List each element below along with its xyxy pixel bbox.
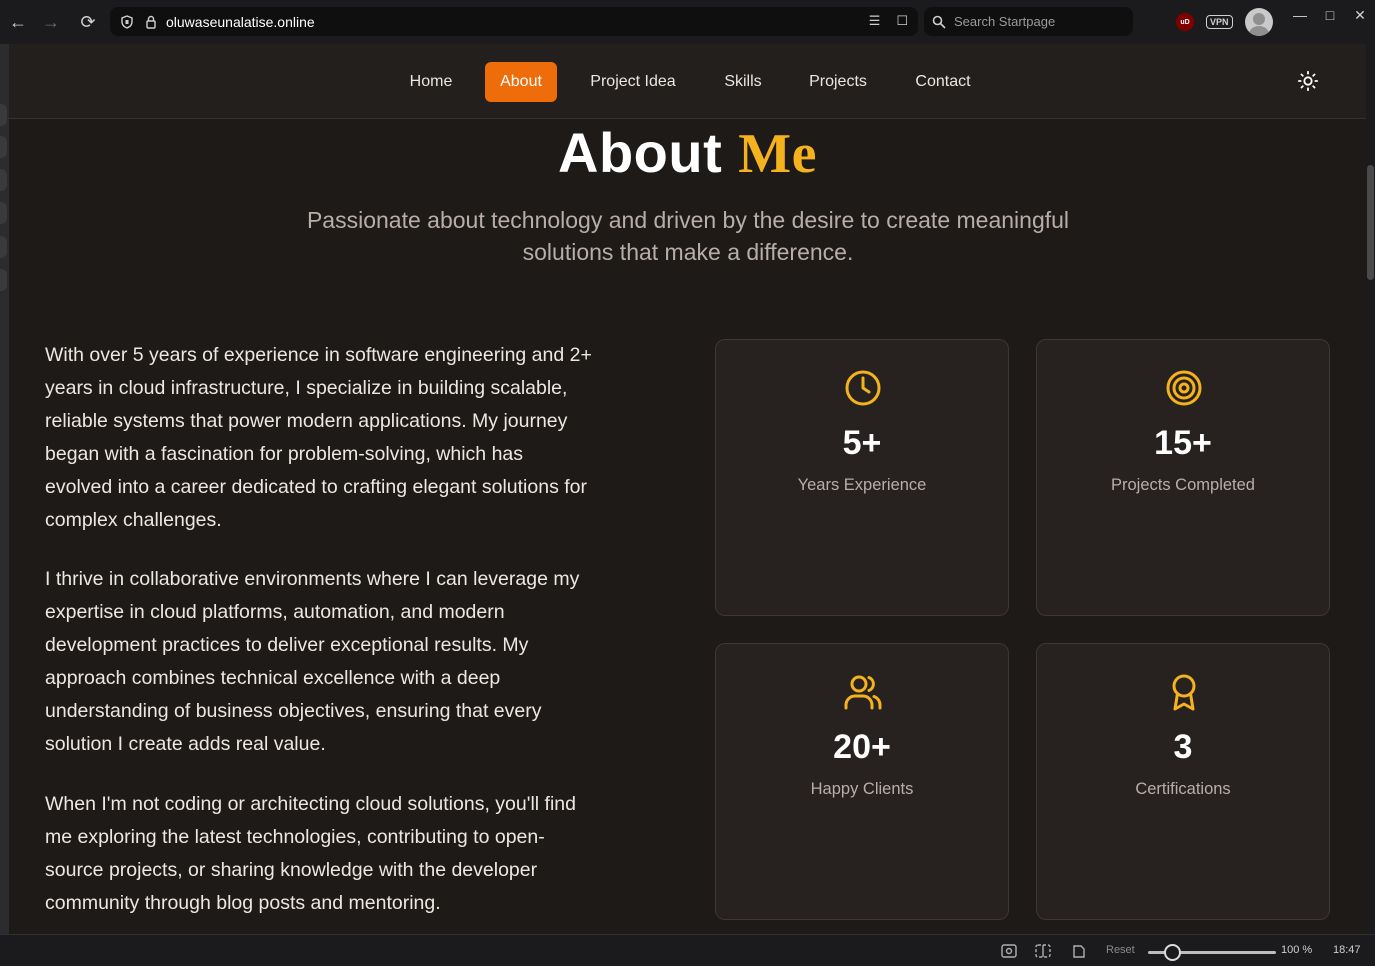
sidebar-tab[interactable] [0, 236, 7, 258]
stat-card-clients: 20+ Happy Clients [715, 643, 1009, 920]
sidebar-tab[interactable] [0, 269, 7, 291]
text-line: reliable systems that power modern appli… [45, 410, 568, 432]
sidebar-strip [0, 44, 9, 934]
capture-icon[interactable] [1000, 943, 1018, 959]
tiling-icon[interactable] [1034, 943, 1052, 959]
scrollbar-thumb[interactable] [1367, 165, 1374, 280]
back-arrow-icon[interactable]: ← [0, 0, 36, 44]
ublock-icon[interactable]: uD [1176, 13, 1194, 31]
about-paragraph-3: When I'm not coding or architecting clou… [45, 788, 665, 920]
stat-label: Happy Clients [810, 780, 914, 798]
text-line: expertise in cloud platforms, automation… [45, 601, 505, 623]
title-main: About [558, 121, 723, 184]
nav-skills[interactable]: Skills [709, 62, 777, 102]
nav-project-idea[interactable]: Project Idea [579, 62, 687, 102]
text-line: years in cloud infrastructure, I special… [45, 377, 568, 399]
text-line: began with a fascination for problem-sol… [45, 443, 524, 465]
stat-value: 20+ [833, 728, 891, 766]
text-line: development practices to deliver excepti… [45, 634, 529, 656]
stat-value: 15+ [1154, 424, 1212, 462]
close-icon[interactable]: ✕ [1345, 0, 1375, 30]
stat-card-certifications: 3 Certifications [1036, 643, 1330, 920]
nav-projects[interactable]: Projects [797, 62, 879, 102]
users-icon [844, 675, 882, 710]
text-line: I thrive in collaborative environments w… [45, 568, 580, 590]
reload-icon[interactable]: ⟳ [70, 0, 106, 44]
vpn-icon[interactable]: VPN [1206, 15, 1233, 29]
stat-card-projects: 15+ Projects Completed [1036, 339, 1330, 616]
profile-avatar[interactable] [1244, 8, 1273, 36]
web-page: Home About Project Idea Skills Projects … [9, 44, 1366, 934]
page-actions-icon[interactable] [1070, 943, 1088, 959]
minimize-icon[interactable]: — [1285, 0, 1315, 30]
browser-toolbar: ← → ⟳ oluwaseunalatise.online ☰ ☐ Search… [0, 0, 1375, 44]
text-line: evolved into a career dedicated to craft… [45, 476, 588, 498]
zoom-reset[interactable]: Reset [1106, 944, 1135, 956]
text-line: understanding of business objectives, en… [45, 700, 542, 722]
zoom-level: 100 % [1281, 944, 1313, 956]
text-line: solution I create adds real value. [45, 733, 326, 755]
stat-card-years: 5+ Years Experience [715, 339, 1009, 616]
reader-mode-icon[interactable]: ☰ [869, 13, 881, 29]
stat-label: Years Experience [797, 476, 927, 494]
url-text: oluwaseunalatise.online [166, 13, 315, 30]
site-navigation: Home About Project Idea Skills Projects … [9, 44, 1366, 119]
text-line: When I'm not coding or architecting clou… [45, 793, 576, 815]
text-line: me exploring the latest technologies, co… [45, 826, 545, 848]
stat-value: 3 [1173, 728, 1193, 766]
page-title: About Me [9, 120, 1366, 186]
page-subtitle: Passionate about technology and driven b… [279, 204, 1097, 268]
clock: 18:47 [1333, 944, 1361, 956]
text-line: approach combines technical excellence w… [45, 667, 501, 689]
stat-label: Projects Completed [1111, 476, 1255, 494]
text-line: source projects, or sharing knowledge wi… [45, 859, 538, 881]
status-bar: Reset 100 % 18:47 [0, 934, 1375, 966]
text-line: complex challenges. [45, 509, 222, 531]
search-input[interactable]: Search Startpage [924, 7, 1133, 36]
nav-about[interactable]: About [485, 62, 557, 102]
search-icon [932, 15, 946, 29]
about-paragraph-2: I thrive in collaborative environments w… [45, 563, 665, 761]
nav-home[interactable]: Home [397, 62, 465, 102]
stat-value: 5+ [842, 424, 882, 462]
bookmark-icon[interactable]: ☐ [896, 13, 908, 29]
maximize-icon[interactable]: □ [1315, 0, 1345, 30]
title-accent: Me [738, 123, 817, 185]
address-bar[interactable]: oluwaseunalatise.online ☰ ☐ [110, 7, 918, 36]
forward-arrow-icon[interactable]: → [33, 0, 69, 44]
sun-icon[interactable] [1297, 70, 1319, 92]
nav-contact[interactable]: Contact [903, 62, 983, 102]
subtitle-line: Passionate about technology and driven b… [306, 207, 1070, 233]
stat-label: Certifications [1135, 780, 1231, 798]
sidebar-tab[interactable] [0, 136, 7, 158]
search-placeholder: Search Startpage [954, 14, 1056, 29]
sidebar-tab[interactable] [0, 104, 7, 126]
target-icon [1166, 370, 1202, 406]
clock-icon [845, 370, 881, 406]
shield-icon [121, 14, 133, 29]
lock-icon [146, 15, 156, 29]
sidebar-tab[interactable] [0, 169, 7, 191]
sidebar-tab[interactable] [0, 202, 7, 224]
text-line: With over 5 years of experience in softw… [45, 344, 592, 366]
text-line: community through blog posts and mentori… [45, 892, 441, 914]
zoom-slider-thumb[interactable] [1164, 944, 1181, 961]
about-paragraph-1: With over 5 years of experience in softw… [45, 339, 665, 537]
subtitle-line: solutions that make a difference. [522, 239, 854, 265]
award-icon [1172, 674, 1196, 711]
